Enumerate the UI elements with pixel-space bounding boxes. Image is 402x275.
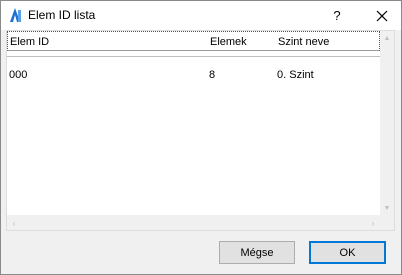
title-bar[interactable]: Elem ID lista ? bbox=[1, 1, 401, 30]
close-icon bbox=[376, 10, 388, 21]
column-header-elemek[interactable]: Elemek bbox=[210, 36, 247, 48]
cell-szint-neve: 0. Szint bbox=[277, 69, 314, 81]
cancel-button[interactable]: Mégse bbox=[219, 241, 295, 264]
window-title: Elem ID lista bbox=[28, 8, 96, 22]
list-item[interactable]: 000 8 0. Szint bbox=[7, 67, 380, 83]
close-button[interactable] bbox=[364, 1, 400, 30]
vertical-scrollbar[interactable]: ▲ ▼ bbox=[380, 31, 394, 215]
cell-elemek: 8 bbox=[209, 69, 216, 81]
dialog-window: Elem ID lista ? Elem ID Elemek Szint nev… bbox=[0, 0, 402, 275]
horizontal-scrollbar[interactable]: ‹ › bbox=[7, 215, 380, 230]
element-id-list[interactable]: Elem ID Elemek Szint neve 000 8 0. Szint… bbox=[6, 30, 395, 231]
scroll-left-icon[interactable]: ‹ bbox=[7, 215, 21, 230]
ok-button[interactable]: OK bbox=[309, 241, 386, 264]
list-header: Elem ID Elemek Szint neve bbox=[7, 31, 380, 51]
header-divider bbox=[7, 56, 380, 57]
scroll-up-icon[interactable]: ▲ bbox=[380, 31, 394, 45]
column-header-szint-neve[interactable]: Szint neve bbox=[278, 36, 329, 48]
cell-elem-id: 000 bbox=[9, 69, 28, 81]
scrollbar-corner bbox=[380, 215, 394, 230]
scroll-down-icon[interactable]: ▼ bbox=[380, 201, 394, 215]
column-header-elem-id[interactable]: Elem ID bbox=[10, 36, 49, 48]
app-icon bbox=[7, 7, 23, 23]
help-button[interactable]: ? bbox=[320, 1, 354, 30]
scroll-right-icon[interactable]: › bbox=[366, 215, 380, 230]
